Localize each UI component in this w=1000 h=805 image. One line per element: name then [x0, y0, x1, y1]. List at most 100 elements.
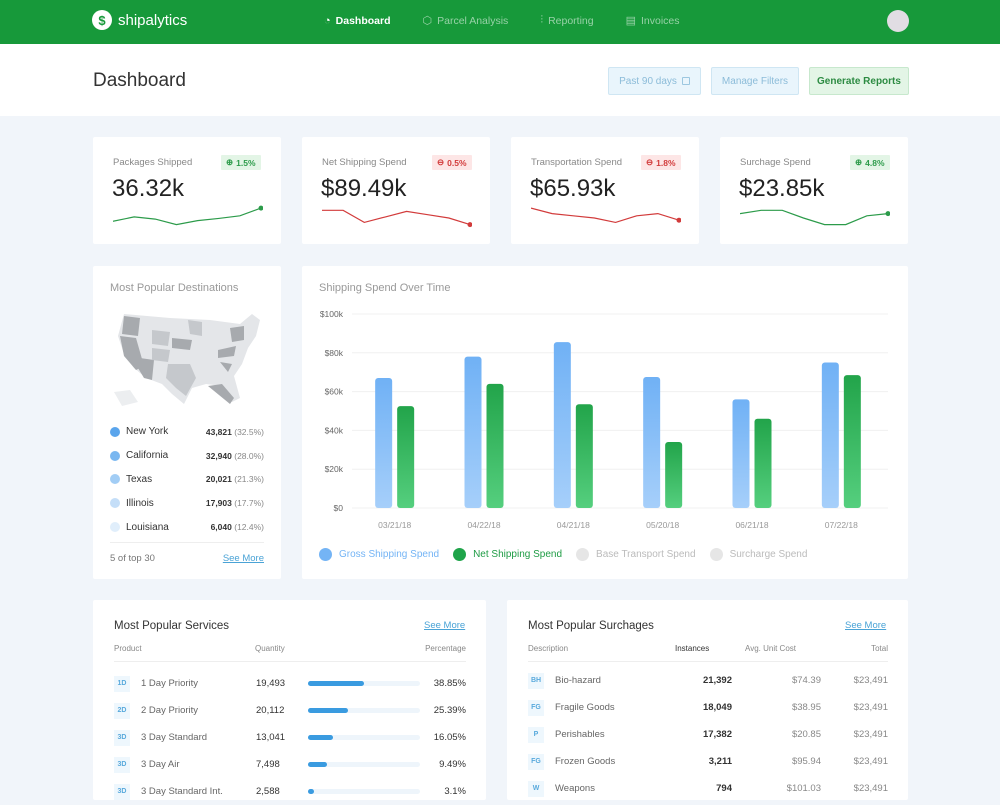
- see-more-link[interactable]: See More: [845, 620, 886, 631]
- bar-net-shipping-spend[interactable]: [665, 442, 683, 508]
- bar-gross-shipping-spend[interactable]: [821, 362, 839, 509]
- legend-dot: [453, 548, 467, 561]
- document-icon: ▤: [625, 15, 636, 27]
- sparkline-endpoint: [676, 217, 681, 223]
- app-name: shipalytics: [118, 11, 188, 29]
- destination-value: 20,021 (21.3%): [205, 474, 264, 485]
- x-tick-label: 07/22/18: [825, 520, 858, 530]
- map-region: [138, 358, 154, 380]
- see-more-link[interactable]: See More: [424, 620, 465, 631]
- app-logo[interactable]: $ shipalytics: [92, 10, 187, 30]
- legend-dot: [576, 548, 590, 561]
- table-header: Description Instances Avg. Unit Cost Tot…: [528, 644, 888, 662]
- surcharge-total: $23,491: [853, 756, 888, 767]
- legend-item-surcharge[interactable]: Surcharge Spend: [709, 548, 807, 561]
- table-row[interactable]: FG Fragile Goods 18,049 $38.95 $23,491: [528, 694, 888, 721]
- legend-label: Net Shipping Spend: [473, 549, 563, 560]
- service-code-badge: 1D: [114, 675, 130, 692]
- table-row[interactable]: 1D 1 Day Priority 19,493 38.85%: [114, 670, 466, 697]
- destination-name: Illinois: [126, 497, 154, 509]
- service-percentage: 9.49%: [439, 759, 466, 770]
- legend-item-net[interactable]: Net Shipping Spend: [453, 548, 562, 561]
- bar-net-shipping-spend[interactable]: [486, 383, 504, 508]
- bar-net-shipping-spend[interactable]: [397, 406, 415, 508]
- dollar-ship-logo-icon: $: [92, 10, 112, 30]
- service-name: 1 Day Priority: [141, 678, 199, 689]
- kpi-card-net-shipping-spend: Net Shipping Spend ⊖ 0.5% $89.49k: [302, 137, 490, 244]
- table-row[interactable]: 3D 3 Day Standard 13,041 16.05%: [114, 724, 466, 751]
- change-badge: ⊕ 4.8%: [850, 155, 890, 170]
- nav-reporting[interactable]: ⫶ Reporting: [540, 14, 593, 27]
- see-more-link[interactable]: See More: [223, 553, 264, 564]
- sparkline: [113, 205, 263, 226]
- bar-net-shipping-spend[interactable]: [754, 418, 772, 508]
- kpi-label: Transportation Spend: [531, 157, 623, 168]
- x-tick-label: 05/20/18: [646, 520, 679, 530]
- surcharge-code-badge: BH: [528, 672, 544, 689]
- kpi-card-transportation-spend: Transportation Spend ⊖ 1.8% $65.93k: [511, 137, 699, 244]
- kpi-label: Packages Shipped: [113, 157, 193, 168]
- map-region: [152, 330, 170, 346]
- sparkline: [531, 207, 681, 224]
- kpi-card-packages-shipped: Packages Shipped ⊕ 1.5% 36.32k: [93, 137, 281, 244]
- destination-name: New York: [126, 426, 169, 438]
- service-percentage: 38.85%: [433, 678, 466, 689]
- service-quantity: 2,588: [256, 786, 280, 797]
- destination-value: 32,940 (28.0%): [205, 450, 264, 461]
- change-value: 1.5%: [236, 157, 256, 168]
- user-avatar[interactable]: [887, 10, 909, 32]
- nav-label: Invoices: [641, 14, 680, 27]
- column-header: Quantity: [255, 644, 285, 653]
- sparkline-endpoint: [258, 205, 263, 211]
- column-header: Description: [528, 644, 569, 653]
- surcharge-name: Weapons: [555, 783, 595, 794]
- nav-parcel-analysis[interactable]: ⬡ Parcel Analysis: [423, 14, 509, 28]
- top-navigation-bar: $ shipalytics ◔ Dashboard ⬡ Parcel Analy…: [0, 0, 1000, 44]
- pie-chart-icon: ◔: [324, 14, 331, 27]
- bar-gross-shipping-spend[interactable]: [375, 378, 393, 508]
- surcharge-code-badge: P: [528, 726, 544, 743]
- column-header: Percentage: [425, 644, 466, 653]
- y-tick-label: $60k: [325, 387, 344, 397]
- nav-invoices[interactable]: ▤ Invoices: [625, 14, 680, 28]
- color-dot: [110, 522, 120, 533]
- date-range-button[interactable]: Past 90 days: [608, 67, 701, 95]
- destinations-list: New York 43,821 (32.5%) California 32,940 …: [110, 420, 264, 539]
- table-row[interactable]: W Weapons 794 $101.03 $23,491: [528, 775, 888, 802]
- sparkline: [322, 209, 472, 228]
- surcharge-code-badge: FG: [528, 753, 544, 770]
- percentage-bar: [308, 789, 420, 794]
- percentage-bar: [308, 708, 420, 713]
- nav-dashboard[interactable]: ◔ Dashboard: [324, 14, 391, 27]
- table-row[interactable]: P Perishables 17,382 $20.85 $23,491: [528, 721, 888, 748]
- table-row[interactable]: 3D 3 Day Air 7,498 9.49%: [114, 751, 466, 778]
- manage-filters-button[interactable]: Manage Filters: [711, 67, 799, 95]
- bar-gross-shipping-spend[interactable]: [732, 399, 750, 508]
- legend-item-gross[interactable]: Gross Shipping Spend: [319, 548, 439, 561]
- bar-net-shipping-spend[interactable]: [843, 375, 861, 508]
- table-row[interactable]: BH Bio-hazard 21,392 $74.39 $23,491: [528, 667, 888, 694]
- sparkline-path: [740, 209, 889, 226]
- table-row[interactable]: 2D 2 Day Priority 20,112 25.39%: [114, 697, 466, 724]
- bar-gross-shipping-spend[interactable]: [464, 356, 482, 508]
- map-region: [114, 390, 138, 406]
- surcharge-instances: 794: [716, 783, 732, 794]
- destinations-footer: 5 of top 30 See More: [110, 542, 264, 564]
- bar-gross-shipping-spend[interactable]: [553, 342, 571, 508]
- kpi-card-surcharge-spend: Surchage Spend ⊕ 4.8% $23.85k: [720, 137, 908, 244]
- surcharge-instances: 21,392: [702, 675, 732, 686]
- generate-reports-button[interactable]: Generate Reports: [809, 67, 909, 95]
- us-map[interactable]: [110, 306, 266, 416]
- kpi-label: Net Shipping Spend: [322, 157, 407, 168]
- surcharge-avg-cost: $74.39: [791, 675, 821, 686]
- service-name: 3 Day Air: [141, 759, 180, 770]
- change-badge: ⊖ 1.8%: [641, 155, 681, 170]
- percentage-bar-fill: [308, 789, 314, 794]
- surcharge-name: Frozen Goods: [555, 756, 616, 767]
- bar-net-shipping-spend[interactable]: [575, 404, 593, 508]
- service-name: 3 Day Standard: [141, 732, 208, 743]
- legend-item-base-transport[interactable]: Base Transport Spend: [576, 548, 696, 561]
- bar-gross-shipping-spend[interactable]: [643, 377, 661, 508]
- table-row[interactable]: 3D 3 Day Standard Int. 2,588 3.1%: [114, 778, 466, 805]
- table-row[interactable]: FG Frozen Goods 3,211 $95.94 $23,491: [528, 748, 888, 775]
